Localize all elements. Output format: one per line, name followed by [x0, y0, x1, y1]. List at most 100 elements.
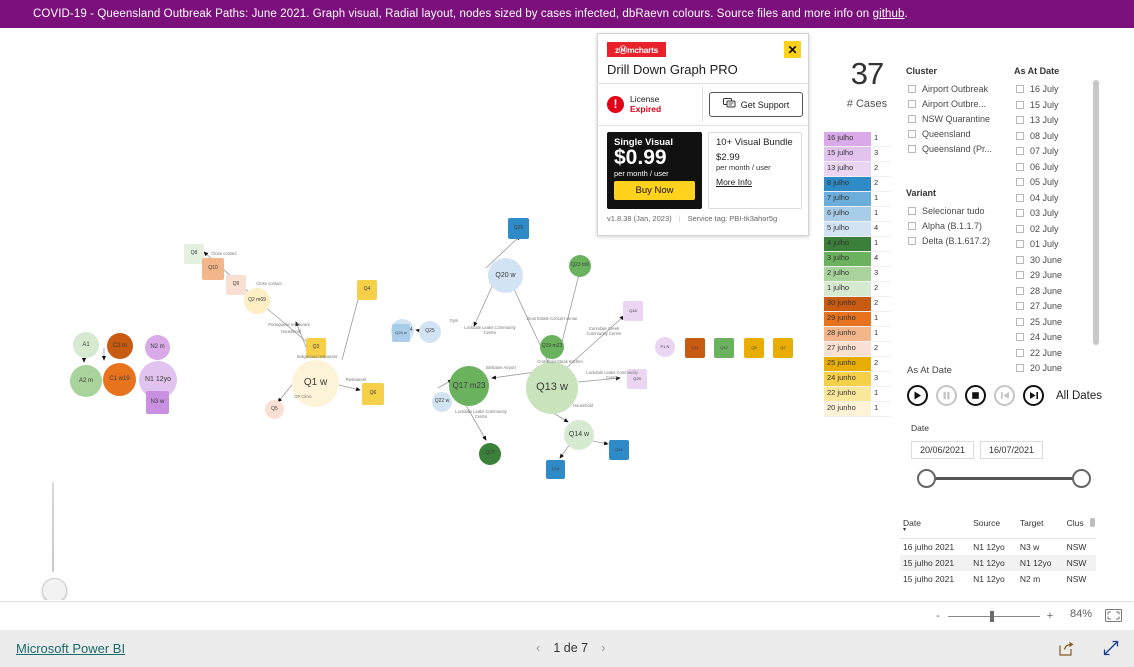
date-legend-row[interactable]: 5 julho 4 [824, 222, 891, 237]
asat-item-1[interactable]: 15 July [1016, 100, 1059, 110]
table-body[interactable]: 16 julho 2021 N1 12yo N3 w NSW 15 julho 2021… [900, 539, 1096, 588]
date-legend-row[interactable]: 25 junho 2 [824, 357, 891, 372]
next-icon[interactable] [1023, 385, 1044, 406]
graph-node[interactable]: Q18 [623, 301, 643, 321]
date-legend-row[interactable]: 8 julho 2 [824, 177, 891, 192]
checkbox-icon[interactable] [908, 85, 916, 93]
date-range-end-handle[interactable] [1072, 469, 1091, 488]
date-legend-row[interactable]: 3 julho 4 [824, 252, 891, 267]
checkbox-icon[interactable] [1016, 224, 1024, 233]
graph-node[interactable]: Q4 [357, 280, 377, 300]
graph-zoom-slider-track[interactable] [52, 482, 54, 572]
checkbox-icon[interactable] [908, 115, 916, 123]
asat-item-2[interactable]: 13 July [1016, 115, 1059, 125]
table-row[interactable]: 15 julho 2021 N1 12yo N2 m NSW [900, 571, 1096, 587]
asat-item-5[interactable]: 06 July [1016, 162, 1059, 172]
github-link[interactable]: github [873, 8, 905, 20]
zoom-control[interactable]: - + [934, 610, 1054, 622]
checkbox-icon[interactable] [1016, 147, 1024, 155]
checkbox-icon[interactable] [908, 100, 916, 108]
date-legend-row[interactable]: 13 julho 2 [824, 162, 891, 177]
asat-item-17[interactable]: 22 June [1016, 348, 1062, 358]
fullscreen-icon[interactable] [1102, 639, 1120, 662]
asat-item-14[interactable]: 27 June [1016, 301, 1062, 311]
graph-node[interactable]: Q27 [479, 443, 501, 465]
asat-item-18[interactable]: 20 June [1016, 363, 1062, 373]
date-legend-row[interactable]: 20 junho 1 [824, 402, 891, 417]
date-legend-row[interactable]: 22 junho 1 [824, 387, 891, 402]
pause-icon[interactable] [936, 385, 957, 406]
table-column-header[interactable]: Date ▾ [900, 516, 971, 539]
plan-bundle[interactable]: 10+ Visual Bundle $2.99 per month / user… [708, 132, 802, 209]
checkbox-icon[interactable] [1016, 240, 1024, 248]
graph-node[interactable]: Q24 w [392, 324, 410, 342]
power-bi-brand-link[interactable]: Microsoft Power BI [16, 641, 125, 656]
date-range-start-handle[interactable] [917, 469, 936, 488]
table-vertical-scrollbar[interactable] [1090, 518, 1095, 527]
date-legend-row[interactable]: 27 junho 2 [824, 342, 891, 357]
graph-node[interactable]: Q6 [362, 383, 384, 405]
checkbox-icon[interactable] [908, 145, 916, 153]
date-legend-row[interactable]: 30 junho 2 [824, 297, 891, 312]
date-legend-table[interactable]: 16 julho 1 15 julho 3 13 julho 2 8 julho 2 7 jul… [824, 132, 891, 417]
checkbox-icon[interactable] [1016, 162, 1024, 171]
date-legend-row[interactable]: 29 junho 1 [824, 312, 891, 327]
graph-node[interactable]: Q14 w [564, 420, 594, 450]
asat-scrollbar[interactable] [1093, 80, 1099, 345]
asat-item-12[interactable]: 29 June [1016, 270, 1062, 280]
date-end-input[interactable]: 16/07/2021 [980, 441, 1043, 459]
fit-to-page-icon[interactable] [1105, 609, 1122, 622]
graph-node[interactable]: Q22 w [432, 392, 452, 412]
asat-item-11[interactable]: 30 June [1016, 255, 1062, 265]
graph-node[interactable]: Q16 [609, 440, 629, 460]
checkbox-icon[interactable] [1016, 255, 1024, 264]
asat-item-13[interactable]: 28 June [1016, 286, 1062, 296]
date-legend-row[interactable]: 7 julho 1 [824, 192, 891, 207]
zoom-in-button[interactable]: + [1046, 610, 1054, 622]
checkbox-icon[interactable] [1016, 100, 1024, 109]
asat-item-16[interactable]: 24 June [1016, 332, 1062, 342]
footer-action-icons[interactable] [1058, 639, 1120, 662]
more-info-link[interactable]: More Info [716, 177, 752, 187]
date-legend-row[interactable]: 16 julho 1 [824, 132, 891, 147]
cluster-item-1[interactable]: Airport Outbre... [908, 99, 986, 109]
playback-controls[interactable]: All Dates [907, 385, 1102, 406]
graph-node[interactable]: Q2 m69 [244, 288, 270, 314]
graph-node[interactable]: Q11 [685, 338, 705, 358]
variant-item-0[interactable]: Selecionar tudo [908, 206, 985, 216]
pro-upgrade-popup[interactable]: zⓂmcharts ✕ Drill Down Graph PRO ! Licen… [597, 33, 809, 236]
graph-zoom-slider-handle[interactable] [42, 578, 67, 600]
date-legend-row[interactable]: 2 julho 3 [824, 267, 891, 282]
graph-node[interactable]: Q19 m23 [540, 335, 564, 359]
asat-item-10[interactable]: 01 July [1016, 239, 1059, 249]
checkbox-icon[interactable] [1016, 178, 1024, 186]
graph-node[interactable]: C1 w19 [103, 363, 136, 396]
cluster-item-3[interactable]: Queensland [908, 129, 971, 139]
date-legend-row[interactable]: 4 julho 1 [824, 237, 891, 252]
asat-item-4[interactable]: 07 July [1016, 146, 1059, 156]
graph-node[interactable]: Q26 [508, 218, 529, 239]
graph-node[interactable]: A2 m [70, 365, 102, 397]
date-legend-row[interactable]: 6 julho 1 [824, 207, 891, 222]
next-page-button[interactable]: › [601, 640, 605, 655]
date-legend-row[interactable]: 1 julho 2 [824, 282, 891, 297]
table-row[interactable]: 15 julho 2021 N1 12yo N1 12yo NSW [900, 555, 1096, 572]
checkbox-icon[interactable] [1016, 209, 1024, 217]
asat-item-9[interactable]: 02 July [1016, 224, 1059, 234]
checkbox-icon[interactable] [1016, 333, 1024, 341]
cluster-item-2[interactable]: NSW Quarantine [908, 114, 990, 124]
variant-item-2[interactable]: Delta (B.1.617.2) [908, 236, 990, 246]
variant-item-1[interactable]: Alpha (B.1.1.7) [908, 221, 982, 231]
zoom-out-button[interactable]: - [934, 610, 942, 622]
graph-node[interactable]: Q25 [419, 321, 441, 343]
checkbox-icon[interactable] [908, 237, 916, 245]
close-icon[interactable]: ✕ [784, 41, 801, 58]
graph-node[interactable]: Q7 [773, 338, 793, 358]
graph-node[interactable]: P1 N [655, 337, 675, 357]
graph-node[interactable]: C2 m [107, 333, 133, 359]
previous-icon[interactable] [994, 385, 1015, 406]
stop-icon[interactable] [965, 385, 986, 406]
checkbox-icon[interactable] [1016, 364, 1024, 372]
date-start-input[interactable]: 20/06/2021 [911, 441, 974, 459]
play-icon[interactable] [907, 385, 928, 406]
